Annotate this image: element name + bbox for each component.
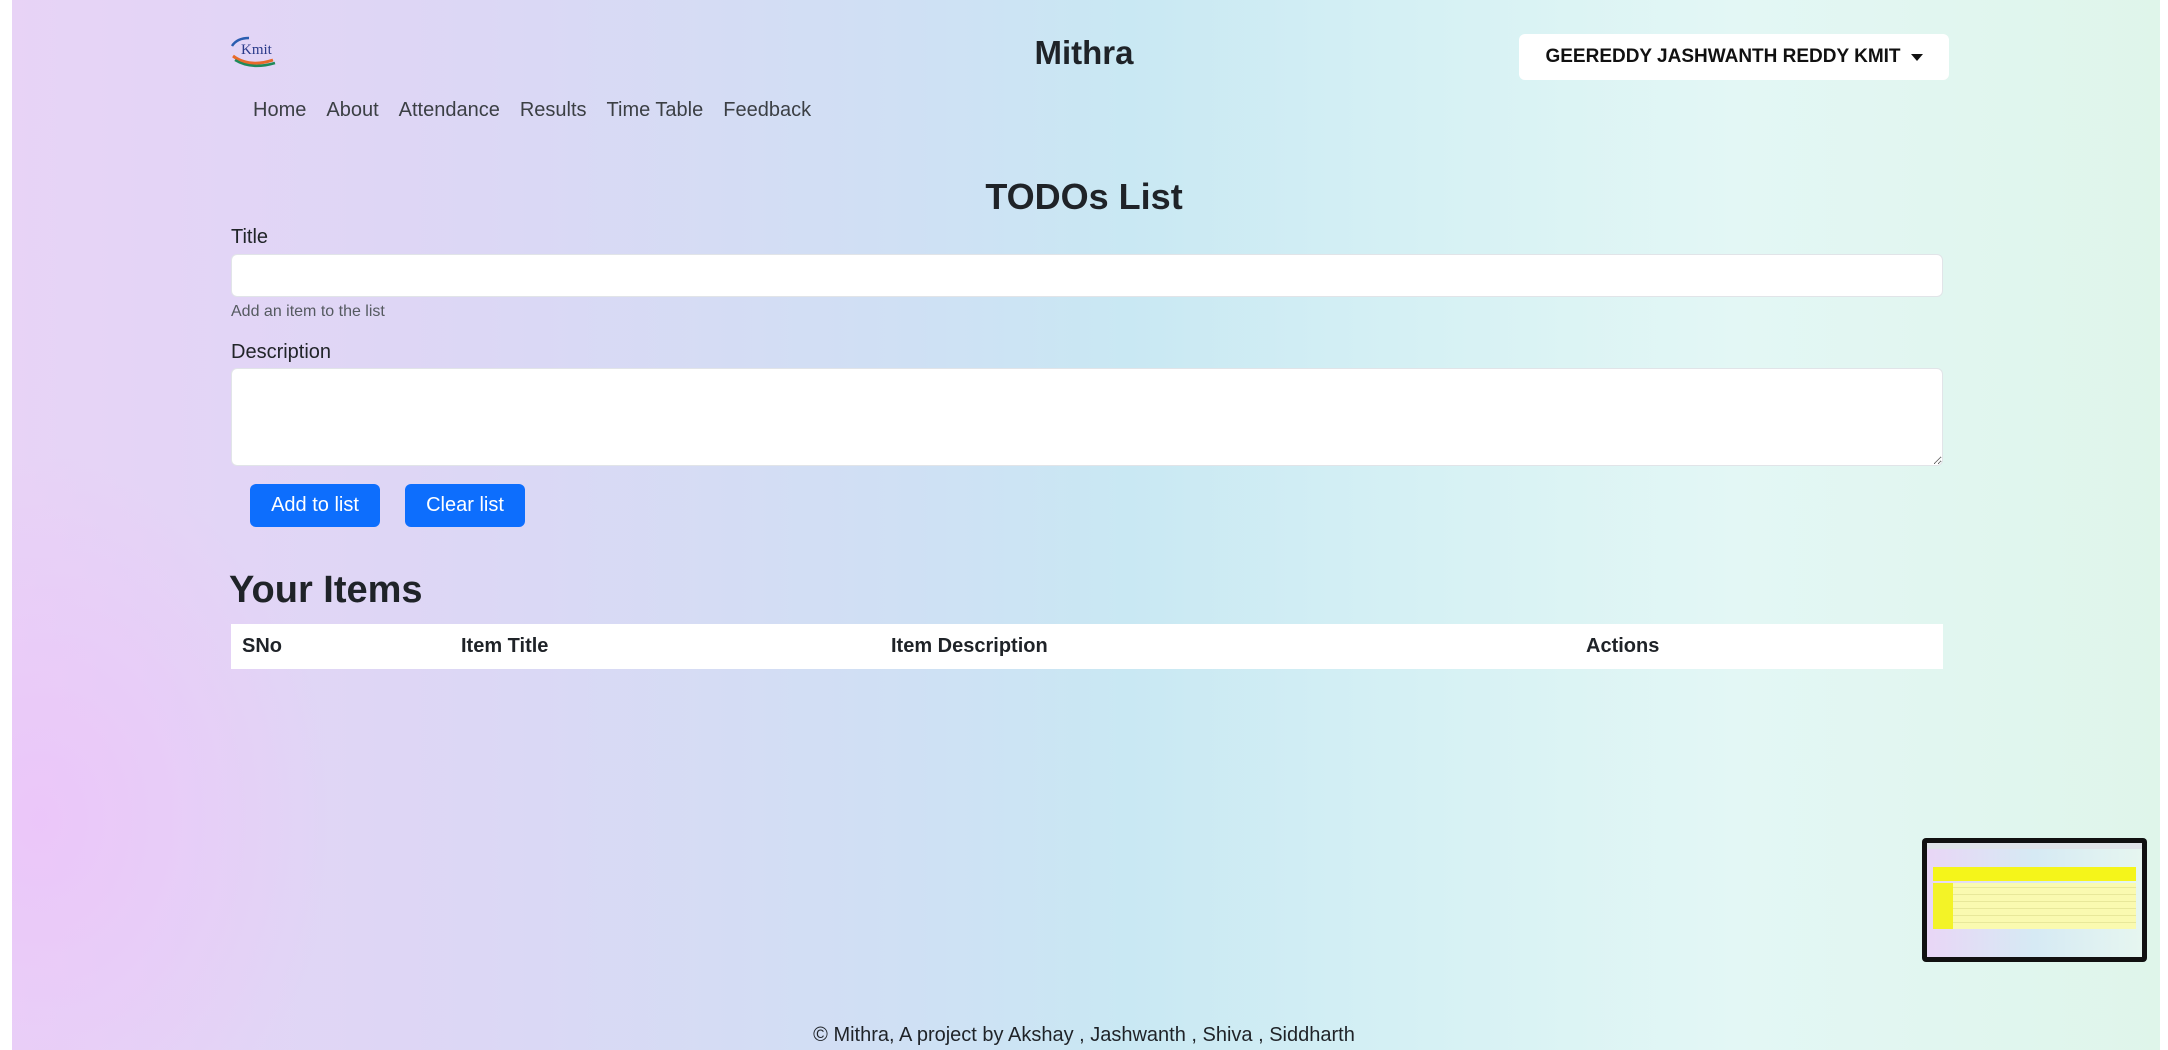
nav-results[interactable]: Results [520,99,587,122]
frame-right-border [2160,0,2168,1050]
nav-attendance[interactable]: Attendance [399,99,500,122]
page-title: TODOs List [985,176,1183,217]
add-to-list-button[interactable]: Add to list [250,484,380,527]
main-nav: Home About Attendance Results Time Table… [253,99,831,122]
thumbnail-title-bar [1933,867,2136,881]
frame-left-border [0,0,12,1050]
nav-home[interactable]: Home [253,99,306,122]
user-dropdown[interactable]: GEEREDDY JASHWANTH REDDY KMIT [1519,34,1949,80]
screenshot-thumbnail[interactable] [1922,838,2147,962]
thumbnail-table [1933,883,2136,929]
description-textarea[interactable] [231,368,1943,466]
header-sno: SNo [242,635,282,657]
page-background: Kmit Mithra GEEREDDY JASHWANTH REDDY KMI… [0,0,2168,1050]
thumbnail-toolbar [1927,843,2142,849]
user-name: GEEREDDY JASHWANTH REDDY KMIT [1545,46,1901,67]
nav-feedback[interactable]: Feedback [723,99,811,122]
items-heading: Your Items [229,569,423,611]
table-header-row: SNo Item Title Item Description Actions [231,624,1943,669]
clear-list-button[interactable]: Clear list [405,484,525,527]
header-item-description: Item Description [891,635,1048,657]
header-actions: Actions [1586,635,1660,657]
thumbnail-first-column [1933,883,1953,929]
header-item-title: Item Title [461,635,549,657]
title-input[interactable] [231,254,1943,297]
footer-text: © Mithra, A project by Akshay , Jashwant… [813,1024,1355,1046]
title-label: Title [231,226,269,248]
description-label: Description [231,341,332,363]
caret-down-icon [1910,53,1923,61]
items-table: SNo Item Title Item Description Actions [231,624,1943,669]
title-help-text: Add an item to the list [231,303,385,320]
nav-about[interactable]: About [326,99,378,122]
nav-time-table[interactable]: Time Table [607,99,704,122]
thumbnail-preview [1927,843,2142,957]
